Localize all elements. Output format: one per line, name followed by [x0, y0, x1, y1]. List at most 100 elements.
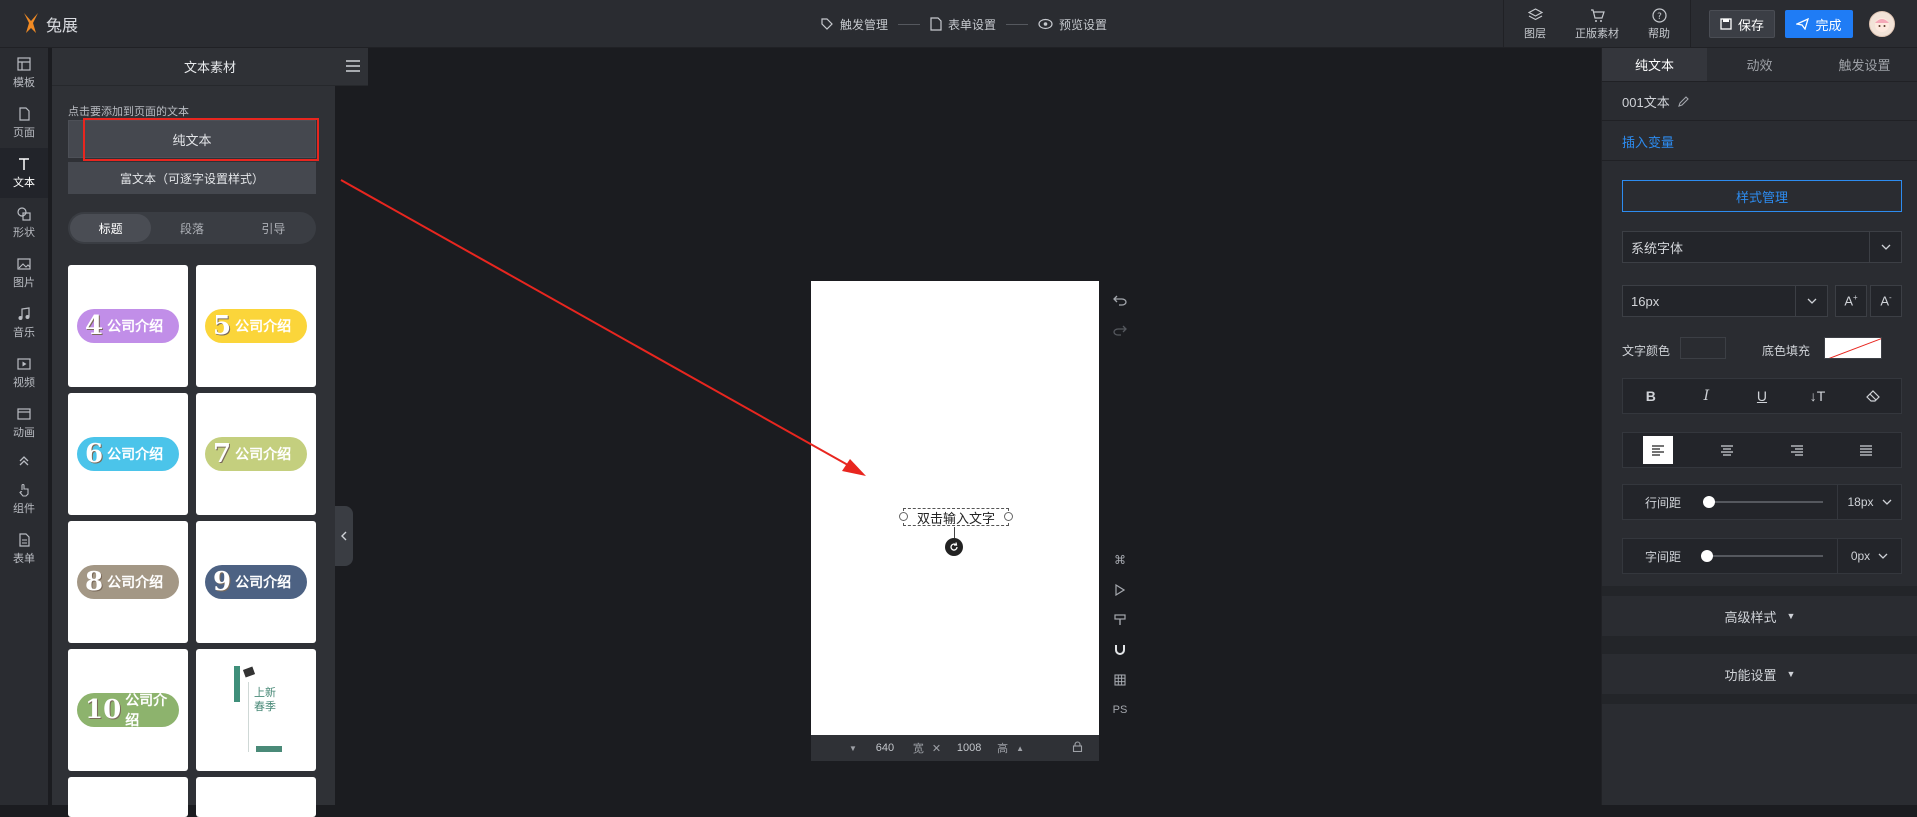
- material-card[interactable]: 9 公司介绍: [196, 521, 316, 643]
- undo-icon[interactable]: [1111, 291, 1129, 309]
- slider-knob[interactable]: [1701, 550, 1713, 562]
- save-icon: [1720, 18, 1732, 30]
- feature-settings-section[interactable]: 功能设置 ▼: [1602, 654, 1917, 694]
- swap-icon[interactable]: ✕: [932, 742, 941, 755]
- material-card[interactable]: 4 公司介绍: [68, 265, 188, 387]
- nav-video[interactable]: 视频: [0, 348, 48, 398]
- save-button[interactable]: 保存: [1709, 10, 1775, 38]
- step-preview-settings[interactable]: 预览设置: [1038, 16, 1107, 33]
- material-card[interactable]: 7 公司介绍: [196, 393, 316, 515]
- grid-icon[interactable]: [1111, 671, 1129, 689]
- material-card[interactable]: [196, 777, 316, 817]
- align-right-icon[interactable]: [1782, 436, 1812, 464]
- align-justify-icon[interactable]: [1851, 436, 1881, 464]
- vertical-spring-preview: 上新春季: [226, 660, 286, 760]
- material-card[interactable]: [68, 777, 188, 817]
- material-card[interactable]: 5 公司介绍: [196, 265, 316, 387]
- chevron-down-icon: [1795, 286, 1827, 316]
- material-card[interactable]: 上新春季: [196, 649, 316, 771]
- eraser-icon[interactable]: [1858, 382, 1888, 410]
- preview-text: 公司介绍: [125, 693, 168, 729]
- nav-animation[interactable]: 动画: [0, 398, 48, 448]
- step-trigger-management[interactable]: 触发管理: [820, 16, 888, 33]
- user-avatar[interactable]: [1869, 11, 1895, 37]
- nav-label: 音乐: [13, 326, 35, 339]
- text-color-swatch[interactable]: [1680, 337, 1726, 359]
- font-size-increase-button[interactable]: A+: [1835, 285, 1867, 317]
- nav-music[interactable]: 音乐: [0, 298, 48, 348]
- underline-icon[interactable]: U: [1747, 382, 1777, 410]
- canvas-text-element[interactable]: 双击输入文字: [903, 508, 1009, 526]
- magnet-icon[interactable]: [1111, 641, 1129, 659]
- nav-pages[interactable]: 页面: [0, 98, 48, 148]
- bold-icon[interactable]: B: [1636, 382, 1666, 410]
- play-icon[interactable]: [1111, 581, 1129, 599]
- licensed-assets-button[interactable]: 正版素材: [1566, 0, 1628, 48]
- material-card[interactable]: 8 公司介绍: [68, 521, 188, 643]
- line-height-select[interactable]: 18px: [1837, 485, 1901, 519]
- font-size-decrease-button[interactable]: A-: [1870, 285, 1902, 317]
- background-fill-swatch[interactable]: [1824, 337, 1882, 359]
- menu-icon[interactable]: [346, 60, 360, 72]
- edit-pencil-icon[interactable]: [1677, 96, 1689, 107]
- resize-handle-right[interactable]: [1004, 512, 1013, 521]
- letter-spacing-slider[interactable]: [1701, 550, 1823, 562]
- ps-icon[interactable]: PS: [1111, 701, 1129, 719]
- rotate-handle[interactable]: [945, 538, 963, 556]
- caret-up-icon[interactable]: ▲: [1016, 744, 1024, 753]
- section-gap: [1602, 694, 1917, 704]
- line-height-slider[interactable]: [1703, 496, 1823, 508]
- format-painter-icon[interactable]: [1111, 611, 1129, 629]
- nav-label: 组件: [13, 502, 35, 515]
- done-button[interactable]: 完成: [1785, 10, 1853, 38]
- tag-icon: [821, 18, 833, 30]
- command-icon[interactable]: ⌘: [1111, 551, 1129, 569]
- nav-components[interactable]: 组件: [0, 474, 48, 524]
- decor-tag: [256, 746, 282, 752]
- advanced-style-section[interactable]: 高级样式 ▼: [1602, 596, 1917, 636]
- collapse-panel-button[interactable]: [335, 506, 353, 566]
- lock-icon[interactable]: [1072, 741, 1083, 755]
- video-icon: [17, 357, 31, 370]
- material-card[interactable]: 10 公司介绍: [68, 649, 188, 771]
- caret-down-icon[interactable]: ▼: [849, 744, 857, 753]
- nav-templates[interactable]: 模板: [0, 48, 48, 98]
- preview-text: 公司介绍: [235, 447, 292, 463]
- text-icon: [19, 157, 29, 170]
- material-card[interactable]: 6 公司介绍: [68, 393, 188, 515]
- help-icon: ?: [1651, 7, 1667, 23]
- letter-spacing-select[interactable]: 0px: [1837, 539, 1901, 573]
- style-management-button[interactable]: 样式管理: [1622, 180, 1902, 212]
- plain-text-button[interactable]: 纯文本: [68, 120, 316, 158]
- app-logo[interactable]: 兔展: [20, 8, 78, 40]
- nav-text[interactable]: 文本: [0, 148, 48, 198]
- rich-text-button[interactable]: 富文本（可逐字设置样式）: [68, 162, 316, 194]
- resize-handle-left[interactable]: [899, 512, 908, 521]
- insert-variable-link[interactable]: 插入变量: [1622, 132, 1674, 151]
- slider-knob[interactable]: [1703, 496, 1715, 508]
- tab-plain-text[interactable]: 纯文本: [1602, 48, 1707, 81]
- align-left-icon[interactable]: [1642, 436, 1673, 464]
- help-button[interactable]: ? 帮助: [1628, 0, 1690, 48]
- layers-button[interactable]: 图层: [1504, 0, 1566, 48]
- nav-shapes[interactable]: 形状: [0, 198, 48, 248]
- italic-icon[interactable]: I: [1691, 382, 1721, 410]
- align-center-icon[interactable]: [1712, 436, 1742, 464]
- tab-trigger-settings[interactable]: 触发设置: [1812, 48, 1917, 81]
- subtab-guide[interactable]: 引导: [233, 214, 314, 242]
- subtab-title[interactable]: 标题: [70, 214, 152, 242]
- nav-collapse[interactable]: [0, 448, 48, 474]
- vertical-text-icon[interactable]: ↓T: [1803, 382, 1833, 410]
- font-family-select[interactable]: 系统字体: [1622, 231, 1902, 263]
- canvas-height-value[interactable]: 1008: [949, 742, 989, 754]
- tab-animation[interactable]: 动效: [1707, 48, 1812, 81]
- letter-spacing-value: 0px: [1850, 549, 1871, 563]
- nav-label: 表单: [13, 552, 35, 565]
- font-size-select[interactable]: 16px: [1622, 285, 1828, 317]
- nav-images[interactable]: 图片: [0, 248, 48, 298]
- canvas-width-value[interactable]: 640: [865, 742, 905, 754]
- step-form-settings[interactable]: 表单设置: [930, 16, 996, 33]
- redo-icon[interactable]: [1111, 321, 1129, 339]
- subtab-paragraph[interactable]: 段落: [151, 214, 232, 242]
- nav-forms[interactable]: 表单: [0, 524, 48, 574]
